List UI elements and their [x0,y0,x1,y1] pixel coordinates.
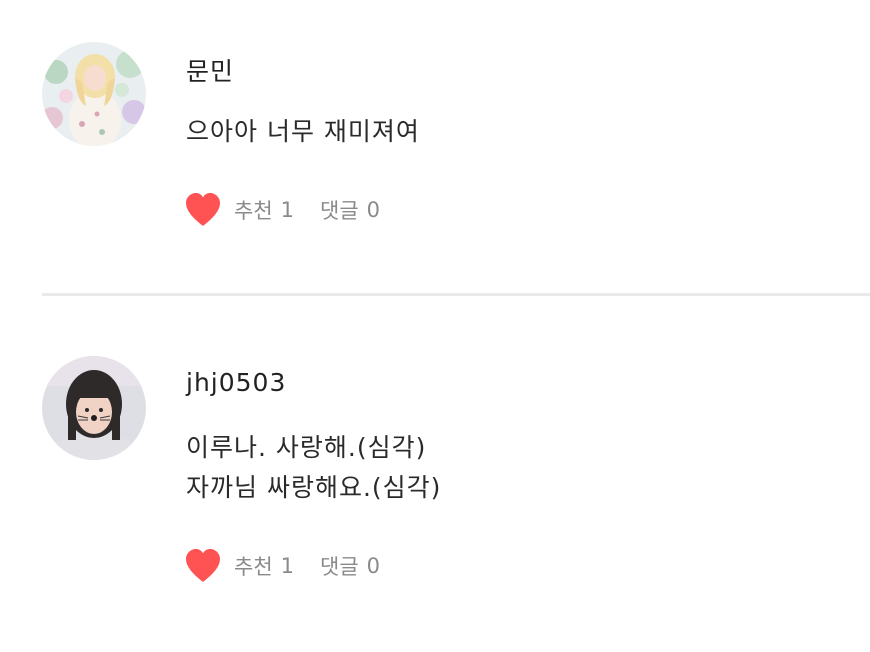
comment-item: jhj0503 이루나. 사랑해.(심각) 자까님 싸랑해요.(심각) 추천 1… [0,296,870,652]
like-label[interactable]: 추천 [234,195,273,225]
like-count: 1 [280,198,295,222]
heart-icon[interactable] [184,192,222,228]
like-count: 1 [280,554,295,578]
comment-list: 문민 으아아 너무 재미져여 추천 1 댓글 0 jhj0503 이루나. 사랑… [0,0,870,652]
comment-body: 으아아 너무 재미져여 [186,112,420,152]
comment-body-line: 자까님 싸랑해요.(심각) [186,473,442,502]
avatar-image [42,356,146,460]
comment-body-line: 으아아 너무 재미져여 [186,117,420,146]
reply-count: 0 [366,198,381,222]
reply-count: 0 [366,554,381,578]
comment-username[interactable]: jhj0503 [186,368,286,397]
comment-actions: 추천 1 댓글 0 [184,190,380,230]
avatar[interactable] [42,42,146,146]
reply-label[interactable]: 댓글 [320,551,359,581]
avatar-image [42,42,146,146]
comment-body: 이루나. 사랑해.(심각) 자까님 싸랑해요.(심각) [186,428,441,508]
comment-item: 문민 으아아 너무 재미져여 추천 1 댓글 0 [0,0,870,296]
comment-username[interactable]: 문민 [186,52,234,88]
comment-body-line: 이루나. 사랑해.(심각) [186,433,427,462]
reply-label[interactable]: 댓글 [320,195,359,225]
like-label[interactable]: 추천 [234,551,273,581]
heart-icon[interactable] [184,548,222,584]
comment-actions: 추천 1 댓글 0 [184,546,380,586]
avatar[interactable] [42,356,146,460]
